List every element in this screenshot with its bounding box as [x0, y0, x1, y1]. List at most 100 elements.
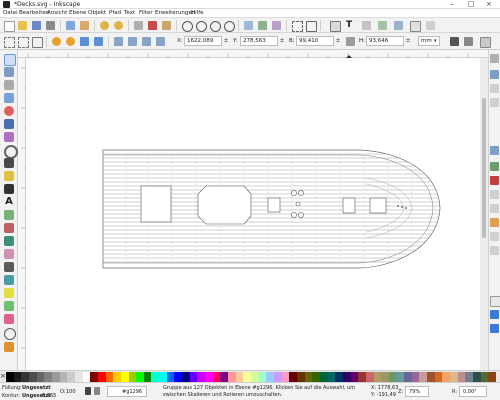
- unlink-clone-icon[interactable]: [272, 21, 281, 30]
- snap-rotation-center-icon[interactable]: [490, 246, 499, 255]
- snap-bbox-corner-icon[interactable]: [490, 98, 499, 107]
- tweak-tool-icon[interactable]: [4, 249, 14, 259]
- layer-select[interactable]: #g1296: [107, 386, 147, 397]
- palette-swatch[interactable]: [166, 372, 175, 382]
- rectangle-tool-icon[interactable]: [4, 93, 14, 103]
- mesh-tool-icon[interactable]: [4, 301, 14, 311]
- snap-grid-icon[interactable]: [490, 310, 499, 319]
- lower-icon[interactable]: [142, 37, 151, 46]
- palette-swatch[interactable]: [212, 372, 221, 382]
- zoom-drawing-icon[interactable]: [196, 21, 207, 32]
- zoom-lens-icon[interactable]: [4, 328, 16, 340]
- deselect-icon[interactable]: [32, 37, 43, 48]
- palette-swatch[interactable]: [411, 372, 420, 382]
- snap-page-icon[interactable]: [490, 296, 500, 307]
- palette-swatch[interactable]: [136, 372, 144, 382]
- palette-swatch[interactable]: [381, 372, 389, 382]
- palette-swatch[interactable]: [120, 372, 129, 382]
- palette-swatch[interactable]: [28, 372, 37, 382]
- scale-stroke-icon[interactable]: [450, 37, 459, 46]
- palette-swatch[interactable]: [434, 372, 443, 382]
- fill-stroke-icon[interactable]: [330, 21, 341, 32]
- group-icon[interactable]: [292, 21, 303, 32]
- color-palette[interactable]: ×: [0, 370, 500, 382]
- height-field[interactable]: 93,646: [366, 36, 404, 46]
- commands-toggle-icon[interactable]: [480, 37, 491, 48]
- palette-swatch[interactable]: [113, 372, 121, 382]
- copy-icon[interactable]: [134, 21, 143, 30]
- palette-swatch[interactable]: [82, 372, 91, 382]
- import-icon[interactable]: [66, 21, 75, 30]
- document-properties-icon[interactable]: [410, 21, 421, 32]
- snap-midpoint-icon[interactable]: [490, 218, 499, 227]
- palette-swatch[interactable]: [427, 372, 435, 382]
- menu-text[interactable]: Text: [124, 10, 135, 16]
- align-distribute-icon[interactable]: [394, 21, 403, 30]
- xml-editor-icon[interactable]: [362, 21, 371, 30]
- zoom-field[interactable]: 79%: [405, 386, 429, 397]
- zoom-tool-icon[interactable]: [4, 80, 14, 90]
- opacity-value[interactable]: 100: [66, 389, 76, 395]
- menu-filter[interactable]: Filter: [139, 10, 153, 16]
- paste-icon[interactable]: [162, 21, 171, 30]
- cut-icon[interactable]: [148, 21, 157, 30]
- select-all-layers-icon[interactable]: [18, 37, 29, 48]
- scale-corners-icon[interactable]: [464, 37, 473, 46]
- text-font-icon[interactable]: T: [346, 21, 355, 30]
- star-tool-icon[interactable]: [4, 132, 14, 142]
- palette-none-swatch[interactable]: ×: [0, 372, 6, 382]
- palette-swatch[interactable]: [266, 372, 274, 382]
- width-field[interactable]: 99,410: [296, 36, 334, 46]
- palette-swatch[interactable]: [151, 372, 160, 382]
- gradient-tool-icon[interactable]: [4, 288, 14, 298]
- menu-ebene[interactable]: Ebene: [69, 10, 86, 16]
- palette-swatch[interactable]: [97, 372, 106, 382]
- palette-swatch[interactable]: [182, 372, 190, 382]
- minimize-icon[interactable]: –: [450, 0, 454, 8]
- selector-tool-icon[interactable]: [4, 54, 16, 66]
- 3d-box-tool-icon[interactable]: [4, 119, 14, 129]
- palette-swatch[interactable]: [197, 372, 206, 382]
- eye-icon[interactable]: [85, 387, 91, 395]
- palette-swatch[interactable]: [388, 372, 397, 382]
- palette-swatch[interactable]: [251, 372, 259, 382]
- palette-swatch[interactable]: [243, 372, 251, 382]
- palette-swatch[interactable]: [90, 372, 98, 382]
- palette-swatch[interactable]: [281, 372, 290, 382]
- palette-swatch[interactable]: [450, 372, 458, 382]
- palette-swatch[interactable]: [6, 372, 14, 382]
- lower-to-bottom-icon[interactable]: [156, 37, 165, 46]
- spray-tool-icon[interactable]: [4, 210, 14, 220]
- spiral-tool-icon[interactable]: [4, 145, 18, 159]
- palette-swatch[interactable]: [373, 372, 382, 382]
- pencil-tool-icon[interactable]: [4, 158, 14, 168]
- measure-tool-icon[interactable]: [4, 314, 14, 324]
- rotation-field[interactable]: 0,00°: [459, 386, 487, 397]
- palette-swatch[interactable]: [174, 372, 183, 382]
- palette-swatch[interactable]: [480, 372, 489, 382]
- palette-swatch[interactable]: [13, 372, 22, 382]
- snap-cusp-icon[interactable]: [490, 190, 499, 199]
- palette-swatch[interactable]: [67, 372, 75, 382]
- drawing-canvas[interactable]: [26, 58, 480, 370]
- deck-drawing[interactable]: [26, 58, 480, 370]
- menu-erweiterungen[interactable]: Erweiterungen: [155, 10, 195, 16]
- snap-bbox-icon[interactable]: [490, 70, 499, 79]
- palette-swatch[interactable]: [189, 372, 198, 382]
- zoom-page-icon[interactable]: [210, 21, 221, 32]
- maximize-icon[interactable]: □: [468, 0, 475, 8]
- palette-swatch[interactable]: [419, 372, 428, 382]
- palette-swatch[interactable]: [404, 372, 412, 382]
- palette-swatch[interactable]: [235, 372, 244, 382]
- zoom-width-icon[interactable]: [224, 21, 235, 32]
- lock-ratio-icon[interactable]: [346, 37, 355, 46]
- clone-icon[interactable]: [258, 21, 267, 30]
- palette-swatch[interactable]: [143, 372, 152, 382]
- menu-pfad[interactable]: Pfad: [109, 10, 121, 16]
- ellipse-tool-icon[interactable]: [4, 106, 14, 116]
- palette-swatch[interactable]: [312, 372, 320, 382]
- snap-guide-icon[interactable]: [490, 324, 499, 333]
- print-icon[interactable]: [46, 21, 55, 30]
- scrollbar-thumb[interactable]: [482, 98, 486, 238]
- palette-swatch[interactable]: [44, 372, 52, 382]
